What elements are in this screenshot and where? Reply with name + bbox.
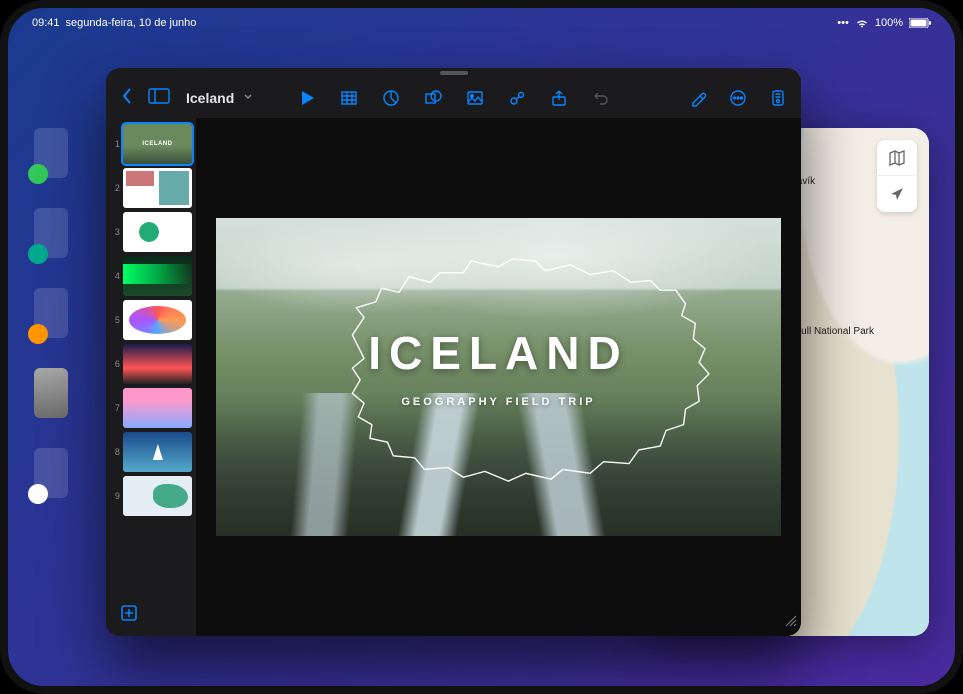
switcher-tile-calculator[interactable] <box>34 288 68 338</box>
share-button[interactable] <box>546 85 572 111</box>
sidebar-toggle-button[interactable] <box>144 84 174 113</box>
switcher-tile-messages[interactable] <box>34 128 68 178</box>
thumb-number: 2 <box>110 183 120 193</box>
thumb-number: 1 <box>110 139 120 149</box>
slide-thumb-4[interactable]: 4 <box>110 256 192 296</box>
slide-thumb-3[interactable]: 3 <box>110 212 192 252</box>
thumb-number: 4 <box>110 271 120 281</box>
battery-icon <box>909 18 931 28</box>
chart-button[interactable] <box>378 85 404 111</box>
status-date: segunda-feira, 10 de junho <box>66 17 197 29</box>
table-button[interactable] <box>336 85 362 111</box>
slide-thumb-5[interactable]: 5 <box>110 300 192 340</box>
thumb-number: 5 <box>110 315 120 325</box>
thumb-number: 3 <box>110 227 120 237</box>
title-chevron-down-icon[interactable] <box>242 89 254 107</box>
switcher-tile-findmy[interactable] <box>34 208 68 258</box>
slide-canvas[interactable]: ICELAND GEOGRAPHY FIELD TRIP <box>196 118 801 636</box>
slide-thumb-2[interactable]: 2 <box>110 168 192 208</box>
undo-button[interactable] <box>588 85 614 111</box>
slide-thumb-6[interactable]: 6 <box>110 344 192 384</box>
back-button[interactable] <box>116 83 138 114</box>
status-time: 09:41 <box>32 17 60 29</box>
keynote-window: Iceland 1 2 <box>106 68 801 636</box>
slide-subtitle[interactable]: GEOGRAPHY FIELD TRIP <box>216 396 781 408</box>
thumb-number: 7 <box>110 403 120 413</box>
photos-icon <box>28 484 48 504</box>
shape-button[interactable] <box>420 85 446 111</box>
slide-thumb-7[interactable]: 7 <box>110 388 192 428</box>
multitask-dots-icon[interactable]: ••• <box>837 17 849 29</box>
ipad-frame: 09:41 segunda-feira, 10 de junho ••• 100… <box>0 0 963 694</box>
slide-title[interactable]: ICELAND <box>216 326 781 380</box>
switcher-tile-photo-app[interactable] <box>34 368 68 418</box>
findmy-icon <box>28 244 48 264</box>
switcher-tile-photos[interactable] <box>34 448 68 498</box>
map-mode-button[interactable] <box>877 140 917 176</box>
slide-navigator: 1 2 3 4 5 6 7 8 9 <box>106 118 196 636</box>
slide[interactable]: ICELAND GEOGRAPHY FIELD TRIP <box>216 218 781 536</box>
battery-pct: 100% <box>875 17 903 29</box>
thumb-number: 9 <box>110 491 120 501</box>
thumb-number: 8 <box>110 447 120 457</box>
status-right: ••• 100% <box>837 17 931 29</box>
more-button[interactable] <box>725 85 751 111</box>
app-switcher-rail <box>34 128 88 498</box>
document-title[interactable]: Iceland <box>186 90 234 106</box>
image-button[interactable] <box>462 85 488 111</box>
wifi-icon <box>855 18 869 28</box>
status-bar: 09:41 segunda-feira, 10 de junho ••• 100… <box>8 8 955 38</box>
inspector-button[interactable] <box>765 85 791 111</box>
slide-thumb-8[interactable]: 8 <box>110 432 192 472</box>
messages-icon <box>28 164 48 184</box>
slide-thumb-1[interactable]: 1 <box>110 124 192 164</box>
window-resize-handle-icon[interactable] <box>783 613 797 632</box>
media-button[interactable] <box>504 85 530 111</box>
format-brush-button[interactable] <box>685 85 711 111</box>
window-grab-handle[interactable] <box>106 68 801 78</box>
calculator-icon <box>28 324 48 344</box>
locate-button[interactable] <box>877 176 917 212</box>
slide-thumb-9[interactable]: 9 <box>110 476 192 516</box>
play-button[interactable] <box>294 85 320 111</box>
keynote-toolbar: Iceland <box>106 78 801 118</box>
add-slide-button[interactable] <box>116 600 142 626</box>
thumb-number: 6 <box>110 359 120 369</box>
slide-title-text: ICELAND <box>368 327 628 379</box>
map-controls <box>877 140 917 212</box>
